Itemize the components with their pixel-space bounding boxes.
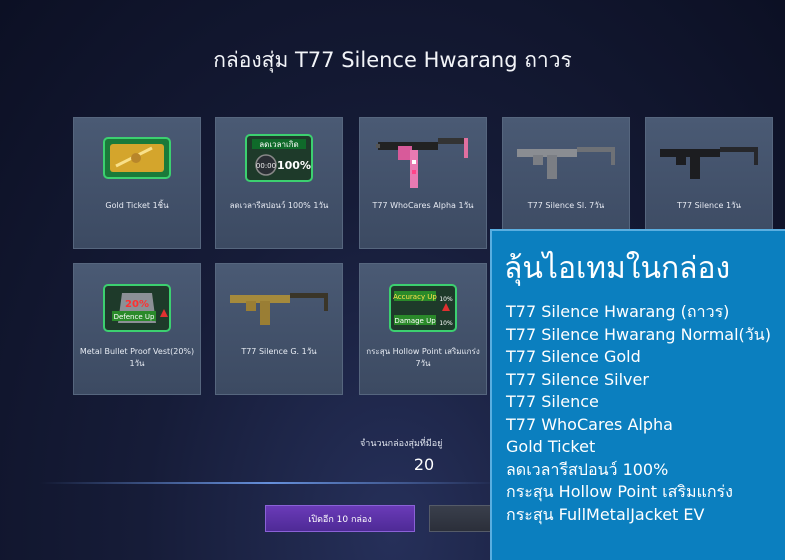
list-item: Gold Ticket — [506, 437, 596, 456]
item-name: Gold Ticket 1ชิ้น — [105, 201, 169, 210]
pink-gun-icon — [360, 124, 486, 194]
black-gun-icon — [646, 128, 772, 188]
list-item: กระสุน Hollow Point เสริมแกร่ง — [506, 482, 733, 501]
item-card-hollow-point[interactable]: Accuracy Up 10% Damage Up 10% กระสุน Hol… — [359, 263, 487, 395]
item-card-bulletproof-vest[interactable]: 20% Defence Up Metal Bullet Proof Vest(2… — [73, 263, 201, 395]
svg-text:ลดเวลาเกิด: ลดเวลาเกิด — [259, 140, 299, 149]
secondary-button[interactable] — [429, 505, 499, 532]
item-name: T77 Silence 1วัน — [676, 201, 742, 210]
respawn-icon: ลดเวลาเกิด 00:00 100% — [216, 128, 342, 188]
item-name: T77 WhoCares Alpha 1วัน — [372, 201, 474, 210]
item-name: ลดเวลารีสปอนว์ 100% 1วัน — [229, 201, 329, 210]
item-name: T77 Silence Sl. 7วัน — [527, 201, 605, 210]
item-name: Metal Bullet Proof Vest(20%) 1วัน — [79, 347, 195, 368]
svg-text:10%: 10% — [439, 320, 453, 327]
svg-text:10%: 10% — [439, 296, 453, 303]
page-title: กล่องสุ่ม T77 Silence Hwarang ถาวร — [213, 48, 572, 72]
list-item: T77 WhoCares Alpha — [506, 414, 673, 434]
box-contents-list: T77 Silence Hwarang (ถาวร) T77 Silence H… — [506, 301, 771, 526]
box-count-label: จำนวนกล่องสุ่มที่มีอยู่ — [360, 439, 443, 449]
silver-gun-icon — [503, 128, 629, 188]
list-item: T77 Silence Gold — [506, 347, 641, 366]
box-count-value: 20 — [413, 455, 435, 474]
gold-ticket-icon — [74, 128, 200, 188]
list-item: T77 Silence — [506, 392, 599, 411]
gold-gun-icon — [216, 274, 342, 334]
accuracy-damage-icon: Accuracy Up 10% Damage Up 10% — [360, 278, 486, 338]
svg-text:Accuracy Up: Accuracy Up — [393, 293, 437, 301]
open-10-boxes-button[interactable]: เปิดอีก 10 กล่อง — [265, 505, 415, 532]
item-name: กระสุน Hollow Point เสริมแกร่ง 7วัน — [366, 347, 480, 368]
item-card-silence-gold[interactable]: T77 Silence G. 1วัน — [215, 263, 343, 395]
item-card-whocares-alpha[interactable]: T77 WhoCares Alpha 1วัน — [359, 117, 487, 249]
svg-text:00:00: 00:00 — [256, 162, 276, 170]
item-card-respawn[interactable]: ลดเวลาเกิด 00:00 100% ลดเวลารีสปอนว์ 100… — [215, 117, 343, 249]
svg-text:20%: 20% — [125, 299, 149, 310]
box-contents-panel: ลุ้นไอเทมในกล่อง T77 Silence Hwarang (ถา… — [490, 229, 785, 560]
item-name: T77 Silence G. 1วัน — [241, 347, 317, 356]
svg-text:Damage Up: Damage Up — [394, 317, 436, 325]
list-item: กระสุน FullMetalJacket EV — [506, 504, 705, 524]
list-item: T77 Silence Hwarang Normal(วัน) — [506, 324, 771, 344]
list-item: T77 Silence Silver — [506, 369, 649, 389]
panel-heading: ลุ้นไอเทมในกล่อง — [504, 251, 731, 286]
item-card-gold-ticket[interactable]: Gold Ticket 1ชิ้น — [73, 117, 201, 249]
divider-glow — [40, 482, 500, 484]
svg-text:Defence Up: Defence Up — [114, 313, 155, 321]
list-item: T77 Silence Hwarang (ถาวร) — [506, 302, 730, 321]
list-item: ลดเวลารีสปอนว์ 100% — [506, 459, 669, 479]
svg-text:100%: 100% — [277, 159, 311, 172]
defence-up-icon: 20% Defence Up — [74, 278, 200, 338]
